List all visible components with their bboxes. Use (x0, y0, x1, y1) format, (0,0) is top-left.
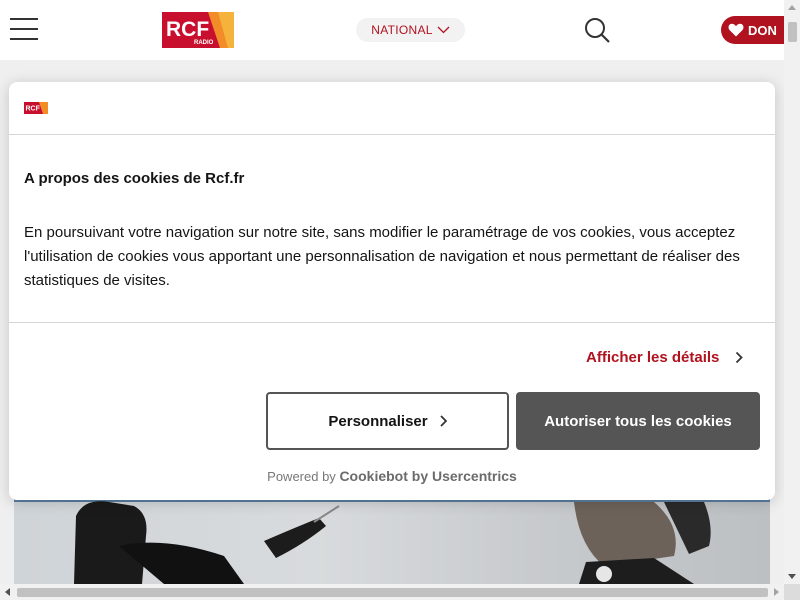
show-details-link[interactable]: Afficher les détails (586, 349, 744, 366)
rcf-logo[interactable]: RCF RADIO (162, 12, 234, 48)
scroll-thumb[interactable] (17, 588, 768, 597)
scroll-down-icon[interactable] (788, 574, 796, 579)
powered-by: Powered by Cookiebot by Usercentrics (9, 468, 775, 484)
menu-icon[interactable] (10, 16, 38, 40)
dialog-body: En poursuivant votre navigation sur notr… (24, 224, 740, 289)
region-selector[interactable]: NATIONAL (356, 18, 465, 42)
scrollbar-corner (784, 584, 800, 600)
donate-label: DON (748, 22, 777, 38)
horizontal-scrollbar[interactable] (0, 584, 784, 600)
dialog-title: A propos des cookies de Rcf.fr (24, 170, 245, 187)
heart-icon (728, 23, 744, 37)
region-label: NATIONAL (371, 23, 433, 37)
svg-text:RCF: RCF (166, 18, 209, 41)
cookiebot-link[interactable]: Cookiebot by Usercentrics (339, 468, 516, 484)
scroll-up-icon[interactable] (788, 5, 796, 10)
scroll-left-icon[interactable] (5, 588, 10, 596)
show-details-label: Afficher les détails (586, 349, 720, 366)
scroll-right-icon[interactable] (774, 588, 779, 596)
chevron-right-icon (439, 415, 447, 427)
svg-text:RADIO: RADIO (194, 40, 214, 46)
allow-all-label: Autoriser tous les cookies (544, 412, 732, 430)
svg-text:RCF: RCF (26, 106, 41, 113)
allow-all-cookies-button[interactable]: Autoriser tous les cookies (516, 392, 760, 450)
customize-label: Personnaliser (328, 412, 428, 430)
donate-button[interactable]: DON (721, 16, 784, 44)
vertical-scrollbar[interactable] (784, 0, 800, 584)
rcf-small-logo: RCF (24, 102, 48, 114)
powered-by-prefix: Powered by (267, 469, 336, 484)
cookie-consent-dialog: RCF A propos des cookies de Rcf.fr En po… (9, 82, 775, 500)
scroll-thumb[interactable] (788, 22, 797, 42)
site-header: RCF RADIO NATIONAL DON (0, 0, 784, 60)
chevron-down-icon (437, 26, 450, 34)
divider (9, 134, 775, 135)
chevron-right-icon (736, 351, 744, 364)
divider (9, 322, 775, 323)
customize-button[interactable]: Personnaliser (266, 392, 509, 450)
article-photo (14, 496, 770, 584)
search-icon[interactable] (583, 16, 611, 44)
